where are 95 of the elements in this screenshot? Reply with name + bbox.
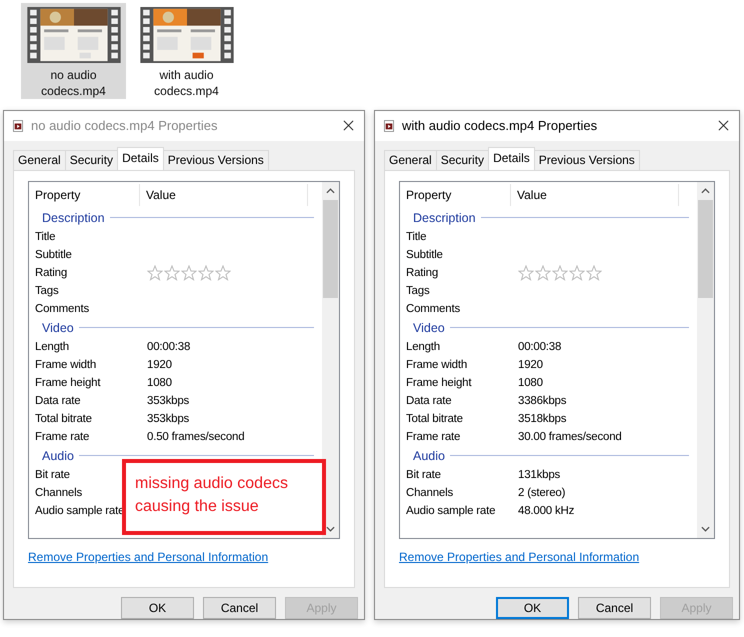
dialog-button[interactable]: Cancel (578, 597, 651, 619)
dialog-button[interactable]: OK (496, 597, 569, 619)
dialog-button[interactable]: Cancel (203, 597, 276, 619)
scroll-down-icon[interactable] (326, 526, 335, 532)
property-name: Audio sample rate (405, 504, 496, 517)
property-value: 353kbps (147, 394, 190, 407)
property-name: Data rate (405, 394, 453, 407)
property-name: Length (405, 340, 441, 353)
property-name: Frame rate (405, 430, 462, 443)
star-icon (586, 264, 602, 281)
scroll-down-icon[interactable] (701, 526, 710, 532)
property-name: Total bitrate (405, 412, 464, 425)
rating-stars[interactable] (147, 264, 231, 281)
video-file-icon (384, 120, 394, 132)
star-icon (147, 264, 163, 281)
file-item[interactable]: no audio codecs.mp4 (21, 3, 126, 99)
star-icon (181, 264, 197, 281)
property-value: 1080 (147, 376, 172, 389)
property-value: 1920 (147, 358, 172, 371)
property-name: Channels (405, 486, 454, 499)
property-value: 0.50 frames/second (147, 430, 244, 443)
property-value: 00:00:38 (147, 340, 190, 353)
section-heading: Description (42, 210, 105, 225)
property-name: Tags (34, 284, 60, 297)
tab[interactable]: General (13, 150, 66, 170)
file-name: no audio codecs.mp4 (40, 67, 107, 99)
annotation-box: missing audio codecs causing the issue (122, 459, 326, 535)
remove-properties-link[interactable]: Remove Properties and Personal Information (28, 550, 340, 564)
star-icon (215, 264, 231, 281)
dialog-button[interactable]: OK (121, 597, 194, 619)
scroll-thumb[interactable] (323, 200, 338, 298)
tab[interactable]: Details (117, 146, 164, 170)
property-name: Subtitle (405, 248, 444, 261)
scroll-up-icon[interactable] (326, 188, 335, 194)
column-header[interactable]: Property (29, 184, 140, 206)
property-name: Bit rate (405, 468, 442, 481)
property-name: Length (34, 340, 70, 353)
column-header[interactable]: Value (511, 184, 679, 206)
column-header[interactable]: Property (400, 184, 511, 206)
tab[interactable]: General (384, 150, 437, 170)
property-name: Frame height (34, 376, 102, 389)
property-name: Channels (34, 486, 83, 499)
property-name: Rating (34, 266, 68, 279)
star-icon (198, 264, 214, 281)
property-value: 353kbps (147, 412, 190, 425)
property-name: Comments (34, 302, 90, 315)
rating-stars[interactable] (518, 264, 602, 281)
star-icon (569, 264, 585, 281)
property-name: Tags (405, 284, 430, 297)
property-value: 30.00 frames/second (518, 430, 622, 443)
video-file-icon (13, 120, 23, 132)
remove-properties-link[interactable]: Remove Properties and Personal Information (399, 550, 715, 564)
star-icon (552, 264, 568, 281)
close-icon[interactable] (343, 120, 354, 132)
property-name: Rating (405, 266, 440, 279)
star-icon (164, 264, 180, 281)
scroll-thumb[interactable] (698, 200, 713, 298)
tab[interactable]: Previous Versions (534, 150, 640, 170)
property-value: 3386kbps (518, 394, 566, 407)
property-name: Frame rate (34, 430, 90, 443)
property-value: 2 (stereo) (518, 486, 566, 499)
property-value: 3518kbps (518, 412, 566, 425)
close-icon[interactable] (718, 120, 729, 132)
tab[interactable]: Previous Versions (162, 150, 269, 170)
property-name: Total bitrate (34, 412, 93, 425)
scroll-up-icon[interactable] (701, 188, 710, 194)
section-heading: Video (413, 320, 445, 335)
section-heading: Description (413, 210, 476, 225)
property-name: Frame height (405, 376, 472, 389)
scrollbar[interactable] (322, 182, 339, 538)
star-icon (518, 264, 534, 281)
property-name: Bit rate (34, 468, 71, 481)
window-title: no audio codecs.mp4 Properties (31, 118, 218, 134)
window-title: with audio codecs.mp4 Properties (402, 118, 598, 134)
property-name: Frame width (405, 358, 468, 371)
property-name: Comments (405, 302, 461, 315)
property-name: Data rate (34, 394, 82, 407)
tab[interactable]: Details (488, 146, 535, 170)
property-name: Subtitle (34, 248, 73, 261)
scrollbar[interactable] (697, 182, 714, 538)
file-name: with audio codecs.mp4 (153, 67, 220, 99)
property-name: Frame width (34, 358, 98, 371)
star-icon (535, 264, 551, 281)
column-header[interactable]: Value (140, 184, 308, 206)
file-item[interactable]: with audio codecs.mp4 (134, 3, 239, 99)
property-value: 1080 (518, 376, 543, 389)
section-heading: Audio (413, 448, 445, 463)
section-heading: Audio (42, 448, 74, 463)
property-value: 131kbps (518, 468, 560, 481)
property-value: 1920 (518, 358, 543, 371)
property-name: Title (34, 230, 56, 243)
property-value: 00:00:38 (518, 340, 562, 353)
property-value: 48.000 kHz (518, 504, 574, 517)
section-heading: Video (42, 320, 74, 335)
property-name: Title (405, 230, 428, 243)
